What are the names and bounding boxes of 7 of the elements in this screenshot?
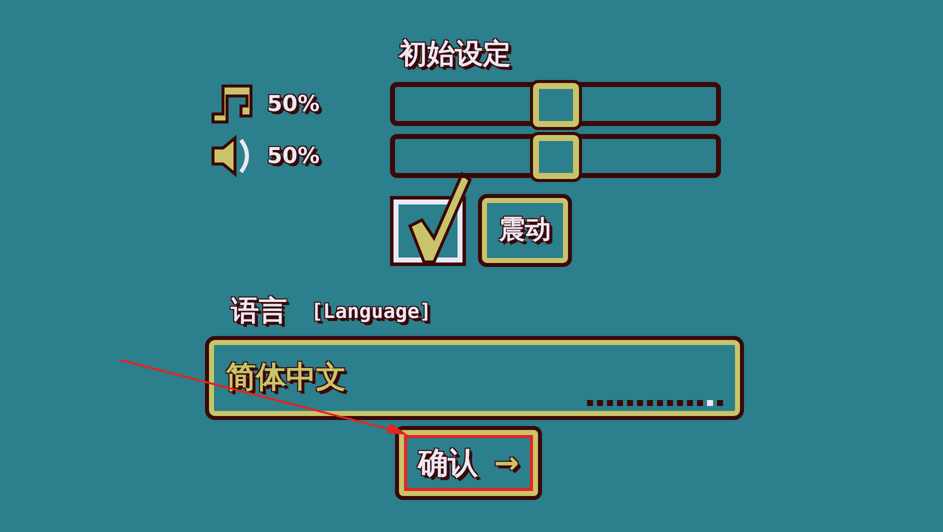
language-value: 简体中文 (226, 359, 346, 397)
language-label: 语言 (231, 293, 287, 329)
percent-reading: 50% (267, 90, 320, 118)
vibration-checkbox[interactable] (390, 170, 474, 266)
percent-reading: 50% (267, 142, 320, 170)
language-sublabel: [Language] (311, 298, 432, 325)
screen-title: 初始设定 (399, 40, 511, 68)
